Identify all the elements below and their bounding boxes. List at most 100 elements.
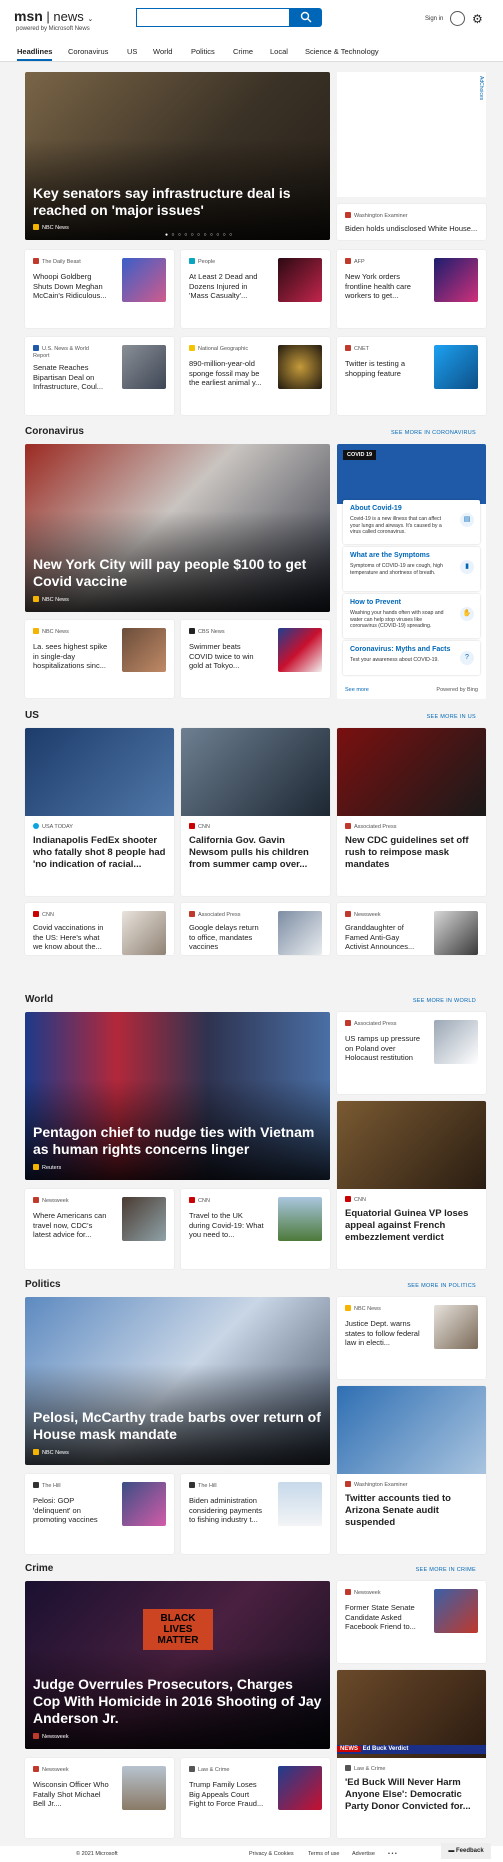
hero-source: Reuters [33,1164,61,1171]
story-card[interactable]: NBC News Justice Dept. warns states to f… [337,1297,486,1379]
privacy-link[interactable]: Privacy & Cookies [249,1851,294,1857]
story-card[interactable]: U.S. News & World Report Senate Reaches … [25,337,174,415]
hero-source: NBC News [33,1449,69,1456]
story-card[interactable]: Associated Press US ramps up pressure on… [337,1012,486,1094]
nav-item-science-technology[interactable]: Science & Technology [305,47,379,56]
story-title: New York orders frontline health care wo… [345,272,411,300]
avatar[interactable] [450,11,465,26]
story-thumbnail [434,911,478,955]
powered-by-bing: Powered by Bing [436,687,478,693]
story-card-large[interactable]: CNN Equatorial Guinea VP loses appeal ag… [337,1101,486,1269]
story-image: NEWS Ed Buck Verdict [337,1670,486,1758]
ad-choices-label[interactable]: AdChoices [478,76,484,100]
hero-title: Key senators say infrastructure deal is … [33,185,291,218]
story-source: People [189,258,259,266]
story-card[interactable]: Washington Examiner Biden holds undisclo… [337,204,486,240]
story-thumbnail [278,628,322,672]
story-thumbnail [434,345,478,389]
hero-story-pelosi-mccarthy[interactable]: Pelosi, McCarthy trade barbs over return… [25,1297,330,1465]
carousel-dots[interactable]: ● ○ ○ ○ ○ ○ ○ ○ ○ ○ ○ [165,232,233,238]
logo-news: news [53,9,84,24]
story-card[interactable]: Newsweek Granddaughter of Famed Anti-Gay… [337,903,486,955]
covid-item-about[interactable]: About Covid-19 Covid-19 is a new illness… [343,500,480,544]
story-source: Law & Crime [189,1766,259,1774]
gear-icon[interactable]: ⚙ [472,13,483,25]
story-card[interactable]: CNN Covid vaccinations in the US: Here's… [25,903,174,955]
story-card-large[interactable]: USA TODAY Indianapolis FedEx shooter who… [25,728,174,896]
story-title: Swimmer beats COVID twice to win gold at… [189,642,254,670]
story-card[interactable]: National Geographic 890-million-year-old… [181,337,330,415]
story-title: Senate Reaches Bipartisan Deal on Infras… [33,363,104,391]
terms-link[interactable]: Terms of use [308,1851,339,1857]
story-title: Equatorial Guinea VP loses appeal agains… [345,1208,469,1243]
story-thumbnail [122,628,166,672]
see-more-crime-link[interactable]: SEE MORE IN CRIME [356,1567,476,1573]
search-button[interactable] [290,8,322,27]
nav-item-local[interactable]: Local [270,47,288,56]
story-card-large[interactable]: Washington Examiner Twitter accounts tie… [337,1386,486,1554]
hero-story-infrastructure[interactable]: Key senators say infrastructure deal is … [25,72,330,240]
see-more-coronavirus-link[interactable]: SEE MORE IN CORONAVIRUS [356,430,476,436]
covid-item-myths[interactable]: Coronavirus: Myths and Facts Test your a… [343,641,480,675]
story-thumbnail [278,345,322,389]
story-card[interactable]: People At Least 2 Dead and Dozens Injure… [181,250,330,328]
nav-item-world[interactable]: World [153,47,172,56]
story-card[interactable]: The Hill Biden administration considerin… [181,1474,330,1554]
story-card[interactable]: Newsweek Wisconsin Officer Who Fatally S… [25,1758,174,1838]
nav-item-crime[interactable]: Crime [233,47,253,56]
story-title: At Least 2 Dead and Dozens Injured in 'M… [189,272,258,300]
story-card[interactable]: The Daily Beast Whoopi Goldberg Shuts Do… [25,250,174,328]
story-title: Granddaughter of Famed Anti-Gay Activist… [345,923,415,951]
advertise-link[interactable]: Advertise [352,1851,375,1857]
hero-title: Pentagon chief to nudge ties with Vietna… [33,1124,315,1157]
story-source: Washington Examiner [345,212,475,220]
see-more-world-link[interactable]: SEE MORE IN WORLD [356,998,476,1004]
covid-item-title: About Covid-19 [350,505,402,512]
covid-see-more-link[interactable]: See more [345,687,369,693]
story-source: AFP [345,258,415,266]
ad-slot[interactable]: AdChoices [337,72,486,197]
story-thumbnail [122,345,166,389]
msn-logo[interactable]: msn | news ⌄ powered by Microsoft News [14,8,93,32]
story-card[interactable]: CNET Twitter is testing a shopping featu… [337,337,486,415]
top-header: msn | news ⌄ powered by Microsoft News S… [0,0,503,42]
story-card[interactable]: Law & Crime Trump Family Loses Big Appea… [181,1758,330,1838]
story-card-large[interactable]: CNN California Gov. Gavin Newsom pulls h… [181,728,330,896]
hero-story-pentagon[interactable]: Pentagon chief to nudge ties with Vietna… [25,1012,330,1180]
story-card-large[interactable]: Associated Press New CDC guidelines set … [337,728,486,896]
hero-story-covid-vaccine[interactable]: New York City will pay people $100 to ge… [25,444,330,612]
logo-msn: msn [14,8,43,24]
nav-item-headlines[interactable]: Headlines [17,47,53,61]
story-card[interactable]: AFP New York orders frontline health car… [337,250,486,328]
sign-in-link[interactable]: Sign in [425,16,443,22]
story-card[interactable]: The Hill Pelosi: GOP 'delinquent' on pro… [25,1474,174,1554]
story-card[interactable]: CNN Travel to the UK during Covid-19: Wh… [181,1189,330,1269]
search-input[interactable] [136,8,290,27]
hero-story-judge-overrules[interactable]: BLACK LIVES MATTER Judge Overrules Prose… [25,1581,330,1749]
story-card[interactable]: NBC News La. sees highest spike in singl… [25,620,174,698]
nav-item-us[interactable]: US [127,47,137,56]
story-thumbnail [122,911,166,955]
see-more-us-link[interactable]: SEE MORE IN US [356,714,476,720]
story-card[interactable]: Newsweek Former State Senate Candidate A… [337,1581,486,1663]
story-image [337,728,486,816]
story-card[interactable]: Associated Press Google delays return to… [181,903,330,955]
story-source: CNN [345,1196,366,1203]
story-source: U.S. News & World Report [33,345,89,359]
story-image [25,728,174,816]
nav-item-politics[interactable]: Politics [191,47,215,56]
covid-item-symptoms[interactable]: What are the Symptoms Symptoms of COVID-… [343,547,480,591]
story-thumbnail [278,1766,322,1810]
nav-item-coronavirus[interactable]: Coronavirus [68,47,108,56]
hand-wash-icon: ✋ [460,607,474,621]
feedback-button[interactable]: ▬ Feedback [441,1843,491,1859]
more-options-icon[interactable]: • • • [388,1851,397,1857]
story-card[interactable]: CBS News Swimmer beats COVID twice to wi… [181,620,330,698]
covid-banner: COVID 19 [337,444,486,504]
covid-item-prevent[interactable]: How to Prevent Washing your hands often … [343,594,480,638]
story-card[interactable]: Newsweek Where Americans can travel now,… [25,1189,174,1269]
story-title: Google delays return to office, mandates… [189,923,259,951]
see-more-politics-link[interactable]: SEE MORE IN POLITICS [356,1283,476,1289]
story-card-large[interactable]: NEWS Ed Buck Verdict Law & Crime 'Ed Buc… [337,1670,486,1838]
story-thumbnail [278,911,322,955]
